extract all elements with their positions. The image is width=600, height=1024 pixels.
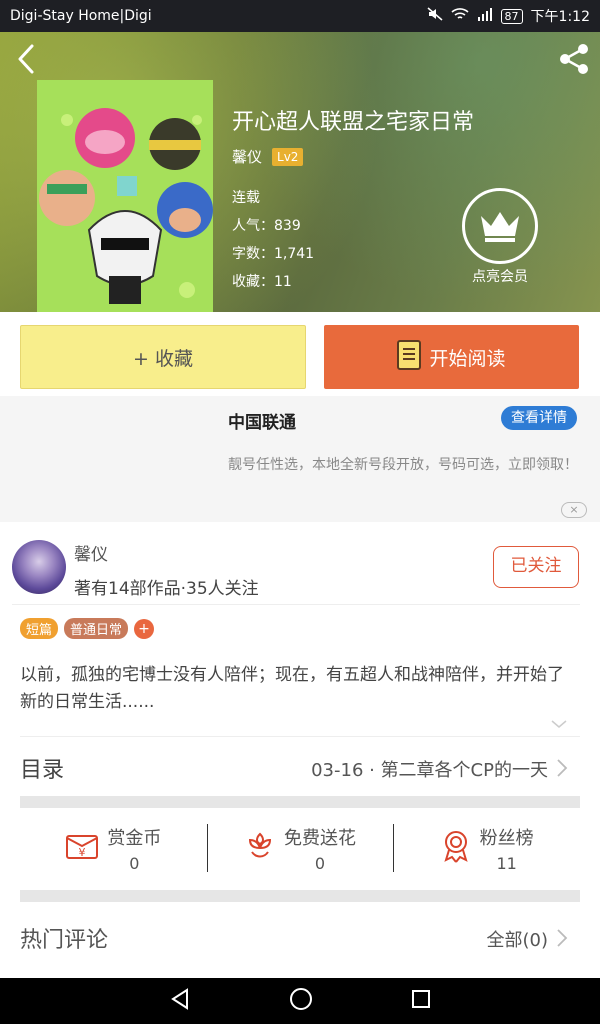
stat-label: 粉丝榜 <box>479 827 534 849</box>
divider <box>20 736 580 737</box>
serial-status: 连载 <box>232 190 260 206</box>
flower-icon <box>244 830 276 866</box>
vip-label: 点亮会员 <box>472 269 528 285</box>
book-description: 以前，孤独的宅博士没有人陪伴；现在，有五超人和战神陪伴，并开始了新的日常生活..… <box>20 665 564 712</box>
toc-latest-chapter[interactable]: 03-16 · 第二章各个CP的一天 <box>311 756 548 782</box>
toc-label[interactable]: 目录 <box>20 752 64 784</box>
signal-icon <box>477 7 493 25</box>
stat-value: 0 <box>314 853 326 873</box>
book-title: 开心超人联盟之宅家日常 <box>232 110 475 135</box>
detail-section: 馨仪 著有14部作品·35人关注 已关注 短篇 普通日常 + 以前，孤独的宅博士… <box>0 522 600 978</box>
all-comments-link[interactable]: 全部(0) <box>487 926 549 952</box>
mute-icon <box>427 7 443 25</box>
chevron-right-icon <box>556 928 568 952</box>
fan-ranking-button[interactable]: 粉丝榜 11 <box>393 818 580 878</box>
wifi-icon <box>451 7 469 25</box>
add-tag-button[interactable]: + <box>134 618 155 639</box>
svg-text:¥: ¥ <box>79 846 86 859</box>
chevron-right-icon <box>556 758 568 782</box>
nav-home-icon[interactable] <box>289 987 313 1015</box>
book-cover[interactable] <box>37 80 213 312</box>
start-reading-label: 开始阅读 <box>429 347 506 370</box>
carrier-label: Digi-Stay Home|Digi <box>10 8 152 24</box>
book-icon <box>397 339 422 375</box>
follow-button[interactable]: 已关注 <box>493 546 579 588</box>
medal-icon <box>440 829 472 867</box>
author-section-name[interactable]: 馨仪 <box>74 540 108 565</box>
section-separator <box>20 890 580 902</box>
author-name[interactable]: 馨仪 <box>232 146 262 167</box>
reward-coins-button[interactable]: ¥ 赏金币 0 <box>20 818 207 878</box>
stat-label: 免费送花 <box>284 827 356 849</box>
level-badge: Lv2 <box>272 147 304 166</box>
ad-text: 靓号任性选，本地全新号段开放，号码可选，立即领取！ <box>228 457 578 473</box>
stat-value: 0 <box>129 853 140 873</box>
author-stats: 著有14部作品·35人关注 <box>74 579 259 599</box>
nav-recents-icon[interactable] <box>411 989 431 1013</box>
status-bar: Digi-Stay Home|Digi 87 下午1:12 <box>0 0 600 32</box>
hot-comments-label: 热门评论 <box>20 928 109 953</box>
nav-back-icon[interactable] <box>169 988 191 1014</box>
popularity: 人气：839 <box>232 218 301 234</box>
tag-item[interactable]: 普通日常 <box>64 618 129 639</box>
ad-close-button[interactable]: × <box>561 502 587 518</box>
expand-chevron-icon[interactable] <box>550 714 568 733</box>
clock: 下午1:12 <box>530 9 590 25</box>
author-avatar[interactable] <box>12 540 66 594</box>
stat-value: 11 <box>496 853 517 873</box>
ad-banner[interactable]: 中国联通 查看详情 靓号任性选，本地全新号段开放，号码可选，立即领取！ × <box>0 396 600 522</box>
ad-details-button[interactable]: 查看详情 <box>501 406 577 430</box>
favorite-count: 收藏：11 <box>232 274 292 290</box>
tag-item[interactable]: 短篇 <box>20 618 59 639</box>
crown-icon <box>462 188 538 264</box>
share-button[interactable] <box>556 42 592 76</box>
start-reading-button[interactable]: 开始阅读 <box>324 325 579 389</box>
ad-title: 中国联通 <box>228 413 296 433</box>
favorite-button[interactable]: + 收藏 <box>20 325 306 389</box>
red-envelope-icon: ¥ <box>65 830 99 866</box>
word-count: 字数：1,741 <box>232 246 315 262</box>
stats-row: ¥ 赏金币 0 免费送花 0 粉丝榜 11 <box>20 818 580 878</box>
system-nav-bar <box>0 978 600 1024</box>
send-flower-button[interactable]: 免费送花 0 <box>206 818 394 878</box>
tag-list: 短篇 普通日常 + <box>20 618 155 639</box>
back-button[interactable] <box>12 42 42 76</box>
book-header: 开心超人联盟之宅家日常 馨仪 Lv2 连载 人气：839 字数：1,741 收藏… <box>0 32 600 312</box>
divider <box>12 604 580 605</box>
section-separator <box>20 796 580 808</box>
vip-button[interactable]: 点亮会员 <box>460 188 540 286</box>
action-bar: + 收藏 开始阅读 <box>0 312 600 396</box>
battery-icon: 87 <box>500 8 523 24</box>
stat-label: 赏金币 <box>107 827 162 849</box>
